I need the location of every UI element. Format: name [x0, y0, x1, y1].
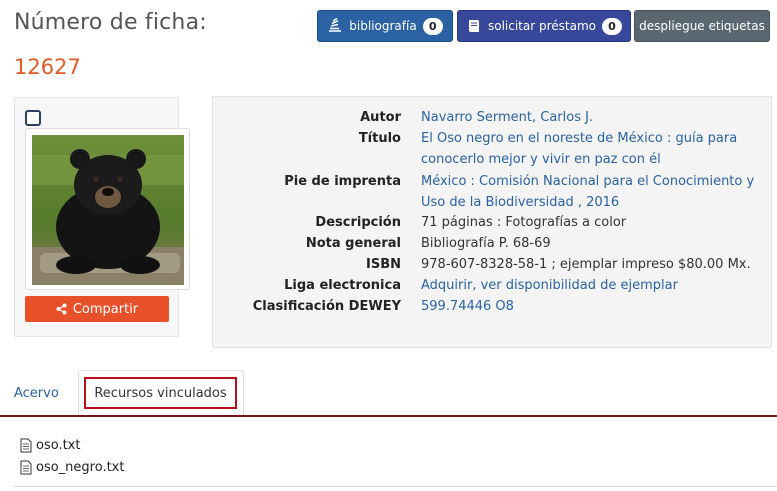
prestamo-label: solicitar préstamo [487, 19, 596, 33]
linked-files-list: oso.txt oso_negro.txt [20, 434, 124, 478]
prestamo-count-badge: 0 [602, 17, 622, 35]
cover-image-frame [25, 128, 190, 290]
cover-image [32, 135, 184, 285]
bibliografia-count-badge: 0 [422, 17, 443, 35]
field-value-link[interactable]: 599.74446 O8 [421, 296, 761, 317]
file-text-icon [20, 438, 32, 452]
bibliografia-button[interactable]: bibliografía 0 [317, 10, 453, 42]
field-label: Pie de imprenta [284, 174, 401, 189]
bottom-divider [14, 486, 777, 487]
ficha-label: Número de ficha: [14, 10, 207, 35]
record-details-panel: Autor Navarro Serment, Carlos J. Título … [212, 96, 772, 348]
despliegue-etiquetas-button[interactable]: despliegue etiquetas [634, 10, 770, 42]
tab-divider [0, 415, 777, 417]
field-value-link[interactable]: El Oso negro en el noreste de México : g… [421, 128, 761, 170]
compartir-button[interactable]: Compartir [25, 296, 169, 322]
field-label: Título [358, 131, 401, 146]
compartir-label: Compartir [72, 301, 139, 317]
field-label: Autor [360, 110, 401, 125]
bibliografia-label: bibliografía [349, 19, 417, 33]
record-image-panel: Compartir [14, 97, 190, 337]
field-label: Descripción [315, 215, 401, 230]
field-value-link[interactable]: Navarro Serment, Carlos J. [421, 107, 761, 128]
tab-recursos-vinculados[interactable]: Recursos vinculados [78, 370, 244, 416]
book-icon [468, 20, 479, 32]
field-value: Bibliografía P. 68-69 [421, 236, 551, 251]
field-label: Clasificación DEWEY [252, 299, 401, 314]
field-label: ISBN [366, 257, 401, 272]
select-record-checkbox[interactable] [25, 110, 41, 126]
etiquetas-label: despliegue etiquetas [639, 19, 765, 33]
ficha-number: 12627 [14, 55, 81, 79]
field-label: Liga electronica [284, 278, 401, 293]
tab-recursos-label: Recursos vinculados [84, 377, 237, 409]
field-value: 978-607-8328-58-1 ; ejemplar impreso $80… [421, 257, 751, 272]
tab-acervo[interactable]: Acervo [14, 386, 59, 401]
field-label: Nota general [305, 236, 401, 251]
stack-icon [329, 18, 342, 32]
field-value-link[interactable]: México : Comisión Nacional para el Conoc… [421, 171, 761, 213]
file-item[interactable]: oso.txt [20, 434, 124, 456]
file-item[interactable]: oso_negro.txt [20, 456, 124, 478]
solicitar-prestamo-button[interactable]: solicitar préstamo 0 [457, 10, 631, 42]
field-value: 71 páginas : Fotografías a color [421, 215, 627, 230]
file-name: oso.txt [36, 437, 81, 453]
file-text-icon [20, 460, 32, 474]
record-tabs: Acervo Recursos vinculados [0, 370, 777, 416]
share-icon [56, 303, 67, 315]
field-value-link[interactable]: Adquirir, ver disponibilidad de ejemplar [421, 275, 761, 296]
file-name: oso_negro.txt [36, 459, 125, 475]
